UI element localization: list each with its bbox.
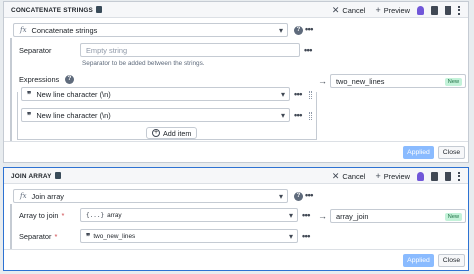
close-icon: ✕ <box>331 170 340 181</box>
lightbulb-icon[interactable] <box>417 171 424 181</box>
lightbulb-icon[interactable] <box>417 5 424 15</box>
board-title: CONCATENATE STRINGS <box>11 6 103 14</box>
more-options-icon[interactable]: ••• <box>305 190 313 200</box>
new-badge: New <box>444 213 462 221</box>
document-icon[interactable] <box>431 171 438 181</box>
array-to-join-select[interactable]: {...} array ▾ <box>80 208 298 222</box>
chevron-down-icon: ▾ <box>278 26 283 35</box>
cancel-button[interactable]: ✕ Cancel <box>332 171 366 182</box>
chevron-down-icon: ▾ <box>278 192 283 201</box>
arrow-right-icon: → <box>318 211 327 221</box>
chevron-down-icon: ▾ <box>288 232 293 241</box>
applied-button[interactable]: Applied <box>403 146 434 159</box>
concatenate-strings-board: CONCATENATE STRINGS ✕ Cancel + Preview fx … <box>3 1 469 163</box>
array-type-icon: {...} <box>86 211 105 219</box>
more-vertical-icon[interactable] <box>458 171 460 181</box>
function-icon: fx <box>20 192 27 200</box>
expression-item-2[interactable]: ❞ New line character (\n) ▾ <box>21 108 290 122</box>
bookmark-icon[interactable] <box>96 6 103 13</box>
separator-input[interactable]: Empty string <box>80 43 300 57</box>
array-to-join-more-icon[interactable]: ••• <box>302 210 310 220</box>
more-vertical-icon[interactable] <box>458 5 460 15</box>
plus-icon: + <box>375 5 381 15</box>
separator-more-icon[interactable]: ••• <box>302 231 310 241</box>
arrow-right-icon: → <box>318 76 327 86</box>
separator-label: Separator * <box>19 232 58 241</box>
expression-item-2-more-icon[interactable]: ••• <box>294 110 302 120</box>
chevron-down-icon: ▾ <box>280 111 285 120</box>
close-icon: ✕ <box>331 4 340 15</box>
output-column-input[interactable]: two_new_lines New <box>330 74 466 88</box>
separator-hint: Separator to be added between the string… <box>82 60 205 67</box>
plus-circle-icon: + <box>152 129 160 137</box>
board-footer: Applied Close <box>4 249 468 270</box>
drag-handle-icon[interactable] <box>309 112 312 120</box>
chevron-down-icon: ▾ <box>288 211 293 220</box>
help-icon[interactable]: ? <box>294 192 303 201</box>
new-badge: New <box>444 78 462 86</box>
separator-select[interactable]: ❞ two_new_lines ▾ <box>80 229 298 243</box>
board-header: JOIN ARRAY ✕ Cancel + Preview <box>4 168 468 184</box>
board-divider <box>10 204 12 251</box>
chevron-down-icon: ▾ <box>280 90 285 99</box>
preview-button[interactable]: + Preview <box>375 5 410 15</box>
close-button[interactable]: Close <box>438 146 465 159</box>
close-button[interactable]: Close <box>438 254 465 267</box>
bookmark-icon[interactable] <box>54 172 61 179</box>
separator-label: Separator <box>19 46 52 55</box>
trash-icon[interactable] <box>445 171 451 181</box>
applied-button[interactable]: Applied <box>403 254 434 267</box>
help-icon[interactable]: ? <box>65 75 74 84</box>
expressions-label: Expressions <box>19 75 60 84</box>
function-select[interactable]: fx Concatenate strings ▾ <box>13 23 288 37</box>
output-column-input[interactable]: array_join New <box>330 209 466 223</box>
array-to-join-label: Array to join * <box>19 211 65 220</box>
trash-icon[interactable] <box>445 5 451 15</box>
quote-icon: ❞ <box>27 89 32 99</box>
cancel-button[interactable]: ✕ Cancel <box>332 5 366 16</box>
quote-icon: ❞ <box>86 231 91 241</box>
board-header: CONCATENATE STRINGS ✕ Cancel + Preview <box>4 2 468 18</box>
join-array-board: JOIN ARRAY ✕ Cancel + Preview fx Join arra… <box>3 167 469 271</box>
drag-handle-icon[interactable] <box>309 91 312 99</box>
add-item-button[interactable]: + Add item <box>146 127 198 139</box>
plus-icon: + <box>375 171 381 181</box>
help-icon[interactable]: ? <box>294 26 303 35</box>
board-footer: Applied Close <box>4 141 468 162</box>
more-options-icon[interactable]: ••• <box>305 24 313 34</box>
preview-button[interactable]: + Preview <box>375 171 410 181</box>
board-title: JOIN ARRAY <box>11 172 61 180</box>
expression-item-1[interactable]: ❞ New line character (\n) ▾ <box>21 87 290 101</box>
board-divider <box>10 38 12 143</box>
function-select[interactable]: fx Join array ▾ <box>13 189 288 203</box>
function-icon: fx <box>20 26 27 34</box>
expression-item-1-more-icon[interactable]: ••• <box>294 89 302 99</box>
separator-more-icon[interactable]: ••• <box>304 45 312 55</box>
quote-icon: ❞ <box>27 110 32 120</box>
document-icon[interactable] <box>431 5 438 15</box>
